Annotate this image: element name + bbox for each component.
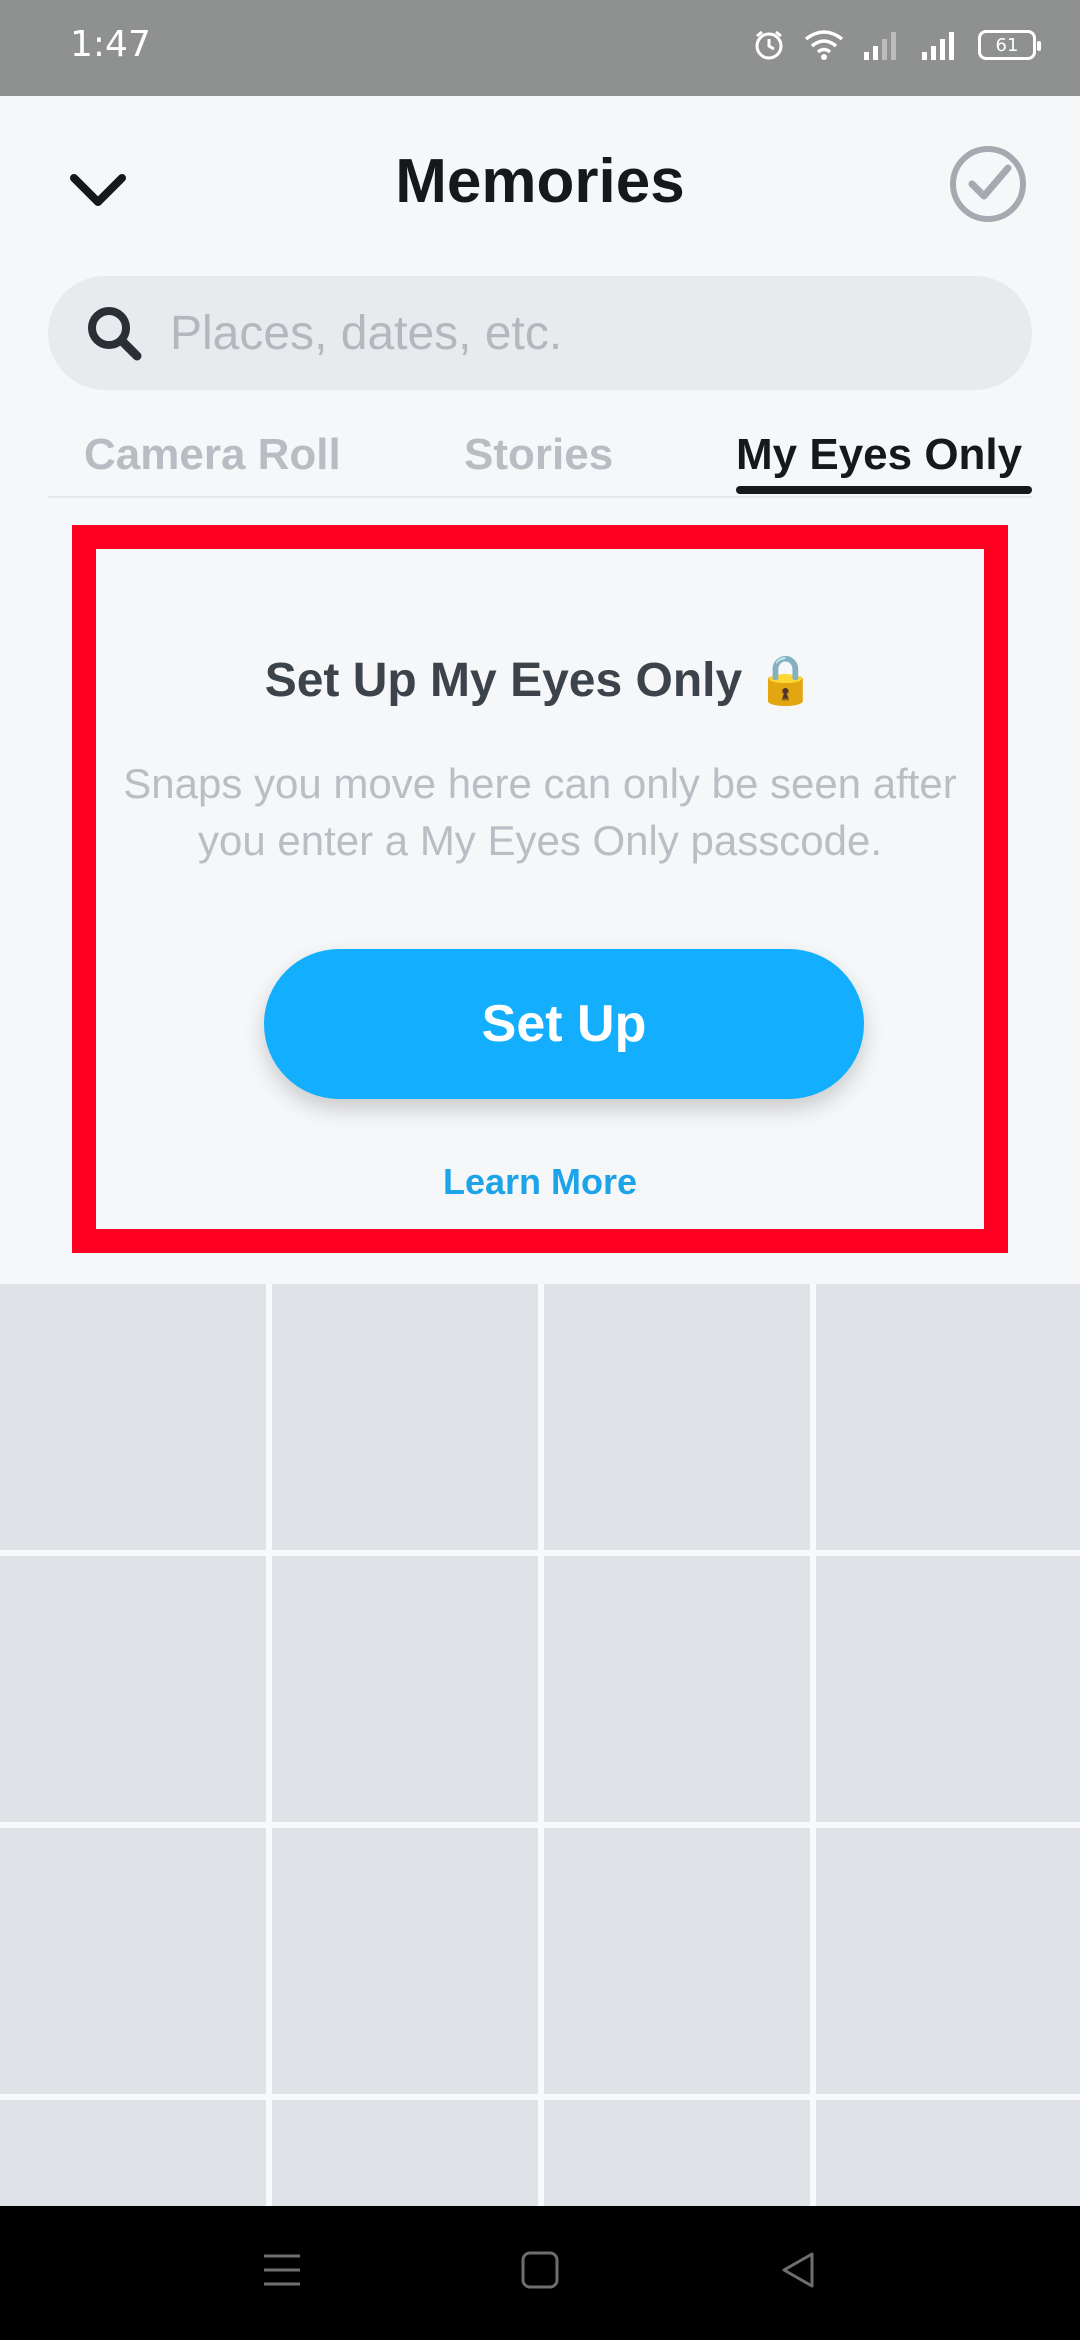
tab-bar: Camera Roll Stories My Eyes Only [48, 420, 1032, 498]
memories-grid [0, 1284, 1080, 2206]
signal-icon [862, 30, 902, 60]
grid-placeholder [544, 2100, 810, 2206]
grid-placeholder [0, 2100, 266, 2206]
setup-title: Set Up My Eyes Only 🔒 [264, 654, 816, 707]
grid-placeholder [272, 1284, 538, 1550]
menu-icon [262, 2252, 302, 2293]
learn-more-link[interactable]: Learn More [96, 1161, 984, 1203]
grid-placeholder [0, 1828, 266, 2094]
grid-placeholder [0, 1556, 266, 1822]
recent-apps-button[interactable] [252, 2242, 312, 2302]
grid-placeholder [816, 1284, 1080, 1550]
alarm-icon [752, 28, 786, 62]
search-input[interactable]: Places, dates, etc. [170, 306, 562, 361]
grid-placeholder [272, 2100, 538, 2206]
grid-placeholder [272, 1828, 538, 2094]
grid-placeholder [544, 1828, 810, 2094]
system-nav-bar [0, 2206, 1080, 2340]
tab-camera-roll[interactable]: Camera Roll [84, 430, 341, 480]
select-button[interactable] [948, 144, 1028, 224]
back-icon [778, 2250, 818, 2295]
status-bar: 1:47 61 [0, 0, 1080, 96]
grid-placeholder [544, 1284, 810, 1550]
setup-description: Snaps you move here can only be seen aft… [123, 760, 957, 864]
search-bar[interactable]: Places, dates, etc. [48, 276, 1032, 390]
status-icons: 61 [752, 28, 1041, 62]
page-title: Memories [395, 147, 685, 216]
home-button[interactable] [510, 2242, 570, 2302]
active-tab-indicator [736, 486, 1032, 494]
wifi-icon [804, 29, 844, 61]
grid-placeholder [0, 1284, 266, 1550]
back-button[interactable] [768, 2242, 828, 2302]
grid-placeholder [544, 1556, 810, 1822]
grid-placeholder [816, 1556, 1080, 1822]
grid-placeholder [816, 1828, 1080, 2094]
header: Memories [0, 96, 1080, 276]
grid-placeholder [272, 1556, 538, 1822]
check-circle-icon [948, 146, 1028, 228]
signal-icon [920, 30, 960, 60]
tab-my-eyes-only[interactable]: My Eyes Only [736, 430, 1022, 480]
setup-panel: Set Up My Eyes Only 🔒 Snaps you move her… [72, 525, 1008, 1253]
status-time: 1:47 [70, 24, 151, 65]
search-icon [84, 303, 144, 363]
tab-stories[interactable]: Stories [464, 430, 613, 480]
home-icon [520, 2250, 560, 2295]
battery-indicator: 61 [978, 30, 1041, 60]
grid-placeholder [816, 2100, 1080, 2206]
set-up-button[interactable]: Set Up [264, 949, 864, 1099]
